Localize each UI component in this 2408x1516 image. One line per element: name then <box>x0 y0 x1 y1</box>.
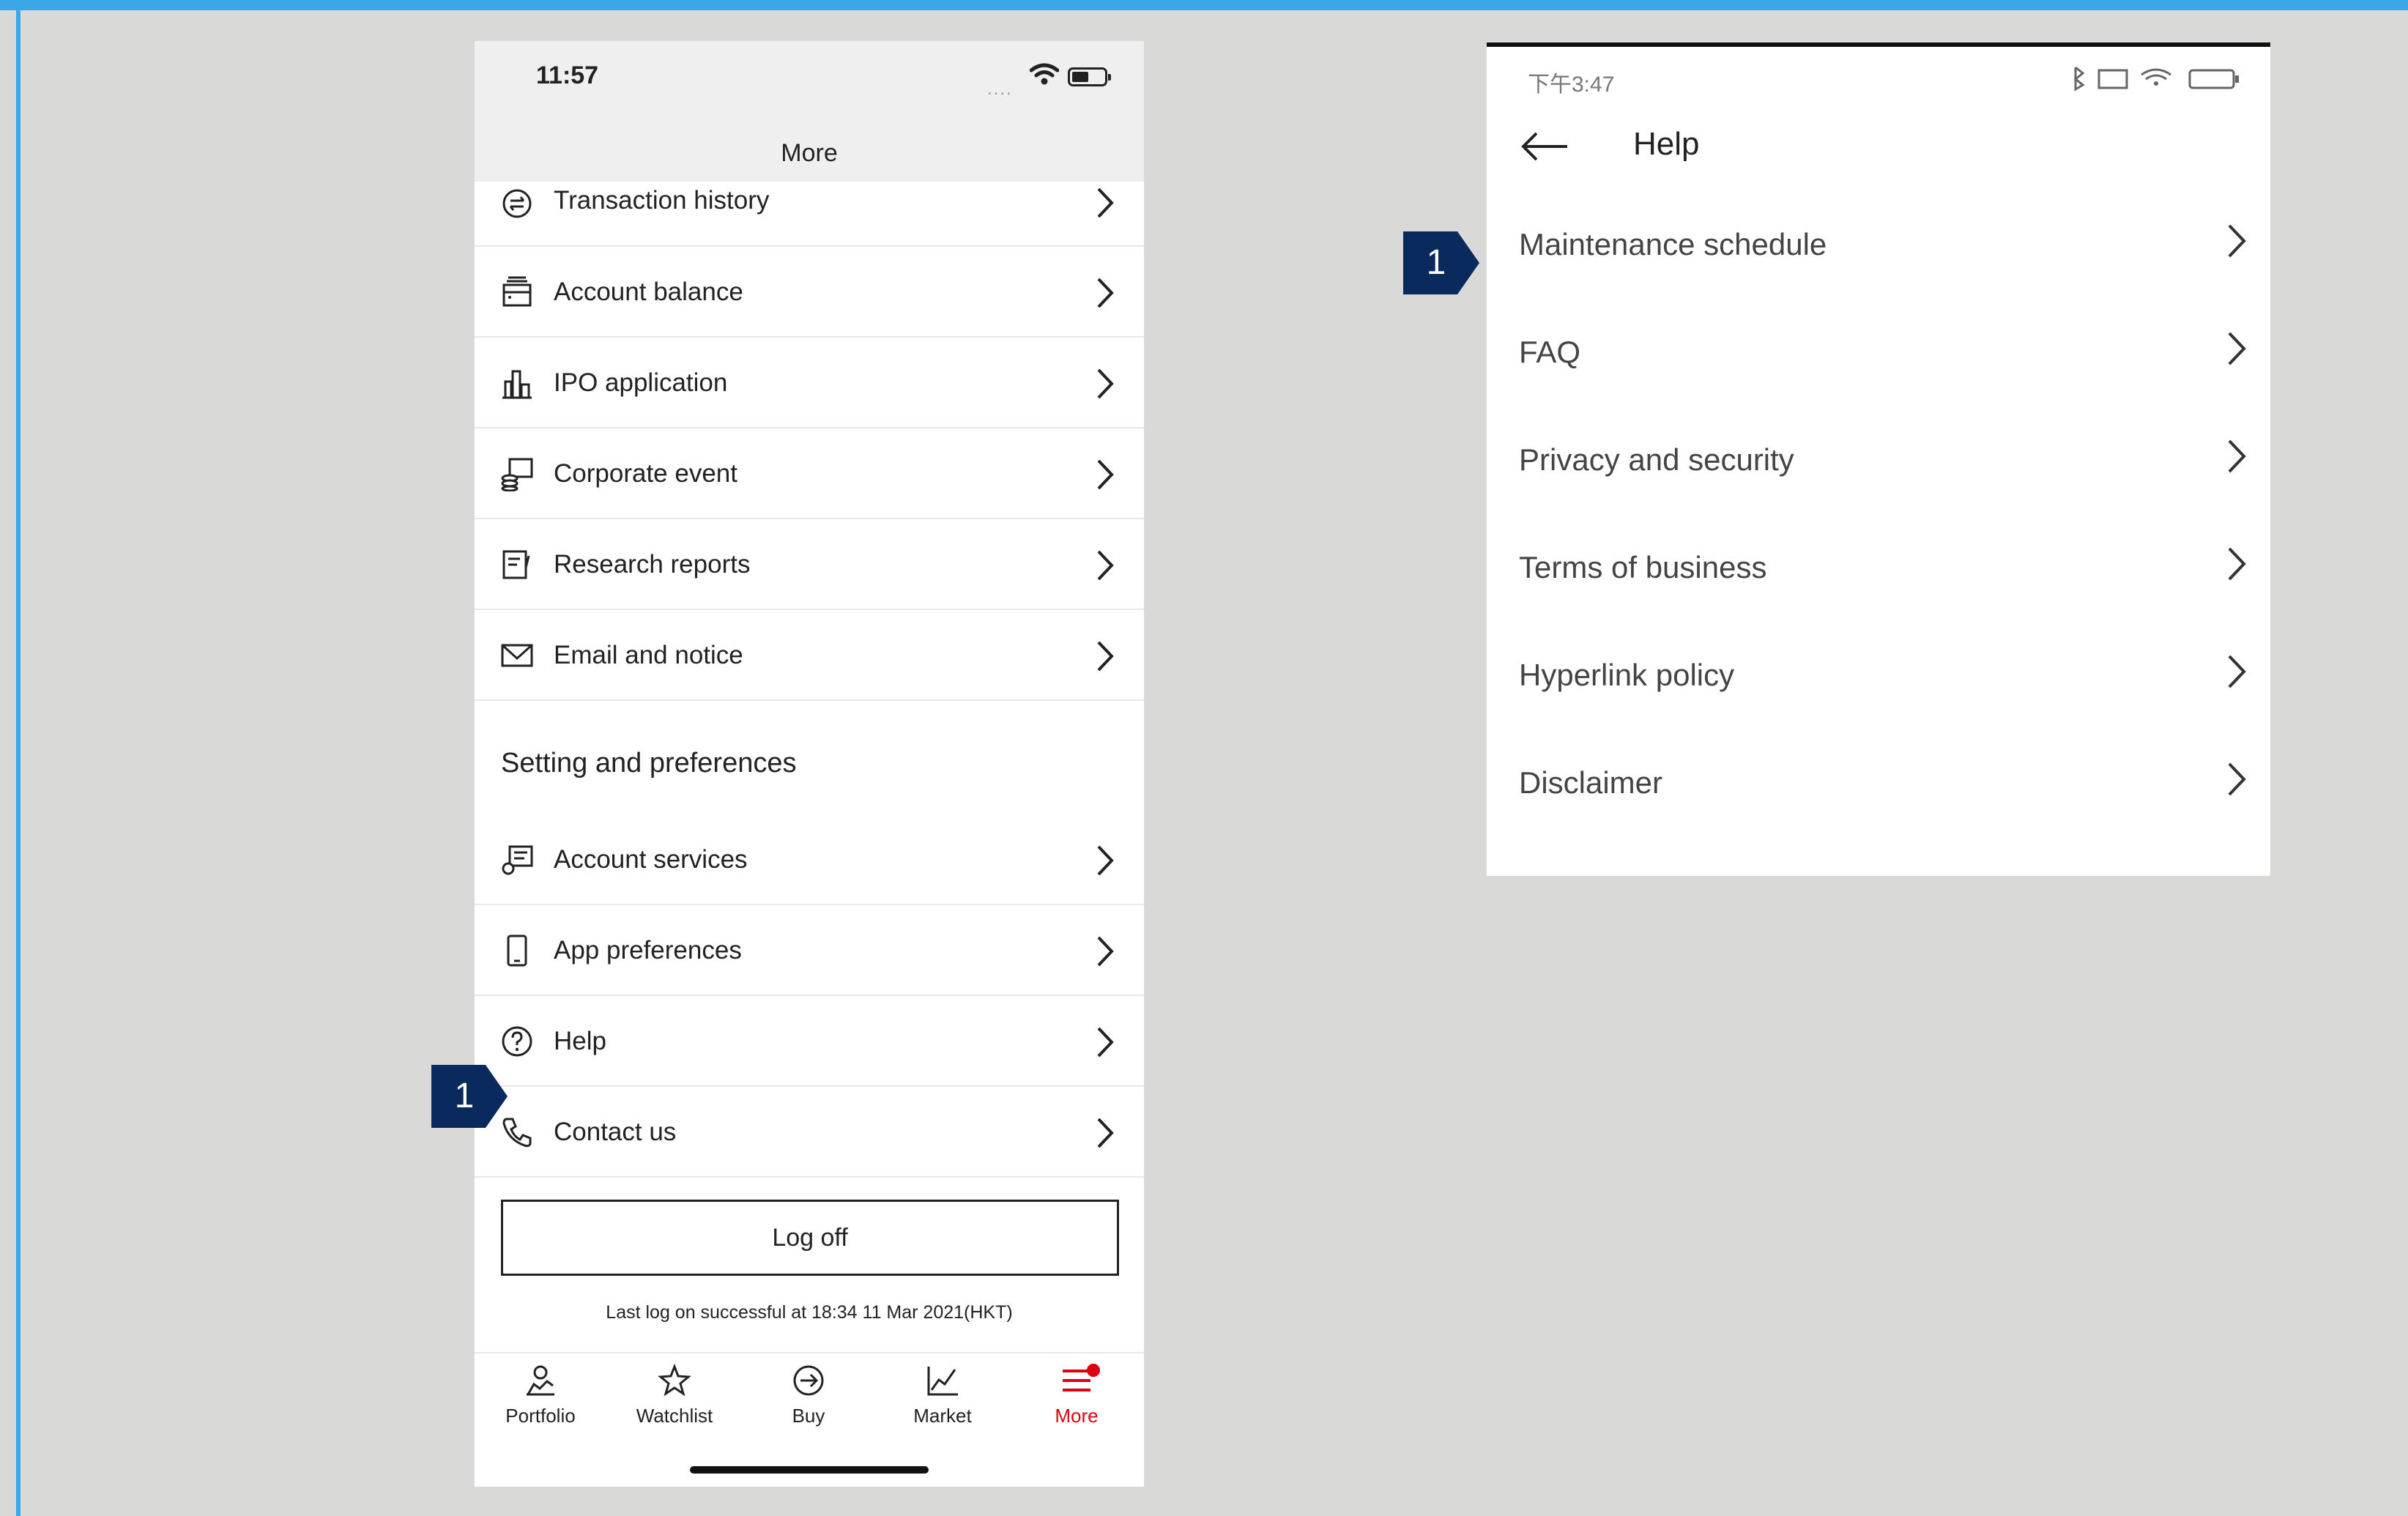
coins-document-icon <box>501 458 533 491</box>
mobile-icon <box>507 935 527 967</box>
tab-more[interactable]: More <box>1018 1364 1135 1444</box>
menu-item-research-reports[interactable]: Research reports <box>475 519 1144 610</box>
callout-number: 1 <box>454 1077 475 1115</box>
more-menu-list: Transaction history Account balance IPO … <box>475 182 1144 1178</box>
chevron-right-icon <box>2228 224 2246 258</box>
log-off-button[interactable]: Log off <box>501 1200 1119 1276</box>
notification-dot <box>1087 1364 1100 1377</box>
help-circle-icon <box>502 1026 532 1057</box>
tab-label: Portfolio <box>505 1405 576 1427</box>
status-bar: 11:57 .... More <box>475 41 1144 182</box>
report-icon <box>502 550 530 579</box>
menu-item-corporate-event[interactable]: Corporate event <box>475 428 1144 519</box>
chevron-right-icon <box>1097 936 1114 967</box>
menu-item-label: Corporate event <box>554 459 737 488</box>
menu-item-contact-us[interactable]: Contact us <box>475 1087 1144 1178</box>
menu-item-app-preferences[interactable]: App preferences <box>475 905 1144 996</box>
tab-watchlist[interactable]: Watchlist <box>616 1364 733 1444</box>
wallet-icon <box>502 276 532 307</box>
tab-label: More <box>1055 1405 1099 1427</box>
chevron-right-icon <box>1097 187 1114 218</box>
buildings-icon <box>502 370 532 399</box>
help-item-faq[interactable]: FAQ <box>1487 305 2270 413</box>
help-item-label: Disclaimer <box>1519 765 1663 800</box>
battery-icon <box>1068 67 1111 86</box>
menu-item-label: Account services <box>554 845 748 874</box>
menu-item-account-services[interactable]: Account services <box>475 814 1144 905</box>
help-list: Maintenance schedule FAQ Privacy and sec… <box>1487 198 2270 844</box>
callout-marker-maintenance: 1 <box>1403 231 1479 294</box>
transfer-icon <box>502 189 532 218</box>
chevron-right-icon <box>2228 655 2246 688</box>
status-time: 11:57 <box>536 62 599 89</box>
help-item-maintenance-schedule[interactable]: Maintenance schedule <box>1487 198 2270 305</box>
menu-item-ipo-application[interactable]: IPO application <box>475 338 1144 428</box>
help-item-privacy-and-security[interactable]: Privacy and security <box>1487 413 2270 521</box>
account-services-icon <box>502 845 533 875</box>
callout-marker-contact-us: 1 <box>431 1065 508 1128</box>
more-screen: 11:57 .... More Transaction history Acco… <box>475 41 1144 1487</box>
section-title: Setting and preferences <box>501 748 797 779</box>
help-item-label: FAQ <box>1519 335 1581 369</box>
menu-item-label: App preferences <box>554 936 742 965</box>
wifi-icon <box>1030 63 1059 85</box>
back-arrow-icon[interactable] <box>1517 125 1570 168</box>
callout-number: 1 <box>1426 243 1446 282</box>
chevron-right-icon <box>1097 845 1114 876</box>
chevron-right-icon <box>2228 332 2246 365</box>
menu-item-label: IPO application <box>554 368 728 397</box>
mail-icon <box>501 644 533 667</box>
menu-item-transaction-history[interactable]: Transaction history <box>475 182 1144 247</box>
chevron-right-icon <box>2228 439 2246 473</box>
last-log-text: Last log on successful at 18:34 11 Mar 2… <box>606 1302 1013 1323</box>
window-frame-left <box>16 10 21 1516</box>
window-frame-top <box>0 0 2408 10</box>
chevron-right-icon <box>1097 278 1114 308</box>
menu-item-label: Contact us <box>554 1118 677 1146</box>
tab-buy[interactable]: Buy <box>750 1364 867 1444</box>
help-item-terms-of-business[interactable]: Terms of business <box>1487 521 2270 628</box>
page-title: Help <box>1633 126 1700 162</box>
help-item-label: Maintenance schedule <box>1519 227 1827 261</box>
chevron-right-icon <box>1097 1118 1114 1148</box>
chevron-right-icon <box>1097 1027 1114 1058</box>
signal-icon: .... <box>987 79 1013 99</box>
home-indicator <box>690 1466 929 1474</box>
chevron-right-icon <box>1097 641 1114 672</box>
chevron-right-icon <box>1097 368 1114 399</box>
chevron-right-icon <box>1097 550 1114 581</box>
tab-label: Market <box>913 1405 972 1427</box>
menu-item-label: Email and notice <box>554 641 743 669</box>
chevron-right-icon <box>2228 762 2246 796</box>
tab-portfolio[interactable]: Portfolio <box>482 1364 599 1444</box>
help-header: Help <box>1487 113 2270 193</box>
chevron-right-icon <box>1097 459 1114 490</box>
status-icons <box>2073 66 2239 92</box>
star-icon <box>658 1364 691 1397</box>
menu-item-help[interactable]: Help <box>475 996 1144 1087</box>
line-chart-icon <box>927 1367 958 1396</box>
help-item-label: Terms of business <box>1519 550 1767 584</box>
arrow-circle-icon <box>793 1365 824 1396</box>
menu-item-label: Research reports <box>554 550 751 579</box>
tab-label: Buy <box>792 1405 825 1427</box>
help-item-disclaimer[interactable]: Disclaimer <box>1487 736 2270 844</box>
help-item-label: Hyperlink policy <box>1519 658 1735 692</box>
section-header-settings: Setting and preferences <box>475 701 1144 814</box>
tab-market[interactable]: Market <box>884 1364 1001 1444</box>
person-chart-icon <box>527 1365 554 1396</box>
menu-item-email-and-notice[interactable]: Email and notice <box>475 610 1144 701</box>
tab-label: Watchlist <box>636 1405 713 1427</box>
help-item-hyperlink-policy[interactable]: Hyperlink policy <box>1487 628 2270 736</box>
menu-item-label: Account balance <box>554 278 743 306</box>
page-title: More <box>781 139 838 167</box>
menu-item-label: Transaction history <box>554 186 770 215</box>
help-item-label: Privacy and security <box>1519 442 1794 477</box>
menu-item-account-balance[interactable]: Account balance <box>475 247 1144 338</box>
help-screen: 下午3:47 Help Maintenance schedule FAQ Pri… <box>1487 42 2270 876</box>
chevron-right-icon <box>2228 547 2246 581</box>
status-time: 下午3:47 <box>1528 73 1615 97</box>
menu-item-label: Help <box>554 1027 606 1055</box>
